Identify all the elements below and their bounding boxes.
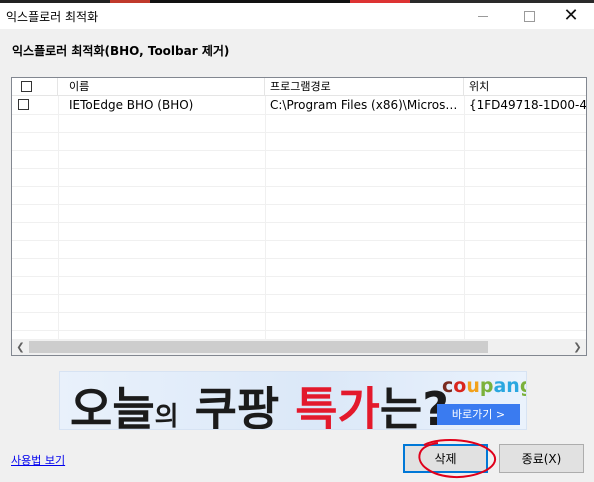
- empty-row: [12, 132, 586, 151]
- section-heading: 익스플로러 최적화(BHO, Toolbar 제거): [12, 44, 230, 58]
- close-button[interactable]: ✕: [548, 3, 594, 29]
- maximize-button[interactable]: [506, 3, 552, 29]
- empty-row: [12, 150, 586, 169]
- empty-row: [12, 294, 586, 313]
- empty-row: [12, 204, 586, 223]
- list-header: 이름 프로그램경로 위치: [12, 78, 586, 96]
- select-all-checkbox[interactable]: [21, 81, 32, 92]
- ad-go-button[interactable]: 바로가기 >: [437, 404, 520, 425]
- ad-headline-part: 쿠팡: [194, 382, 280, 430]
- scrollbar-thumb[interactable]: [29, 341, 488, 353]
- close-icon: ✕: [563, 5, 579, 26]
- horizontal-scrollbar[interactable]: ❮ ❯: [12, 339, 586, 355]
- row-checkbox[interactable]: [18, 99, 29, 110]
- title-bar: 익스플로러 최적화 ✕: [0, 3, 594, 29]
- table-row[interactable]: IEToEdge BHO (BHO) C:\Program Files (x86…: [12, 96, 586, 115]
- empty-row: [12, 240, 586, 259]
- help-link[interactable]: 사용법 보기: [11, 452, 65, 468]
- chevron-right-icon: ❯: [573, 341, 582, 353]
- exit-button[interactable]: 종료(X): [499, 444, 584, 473]
- empty-row: [12, 312, 586, 331]
- ad-headline-accent: 특가: [295, 382, 380, 430]
- scroll-left-button[interactable]: ❮: [12, 339, 29, 355]
- window-title: 익스플로러 최적화: [6, 10, 99, 24]
- column-header-location[interactable]: 위치: [464, 78, 586, 95]
- row-name: IEToEdge BHO (BHO): [69, 98, 194, 112]
- ad-headline: 오늘의 쿠팡 특가는?: [70, 373, 449, 430]
- chevron-left-icon: ❮: [16, 341, 25, 353]
- header-checkbox-cell: [12, 78, 58, 95]
- row-location: {1FD49718-1D00-4B1: [469, 98, 586, 112]
- list-body: IEToEdge BHO (BHO) C:\Program Files (x86…: [12, 96, 586, 339]
- row-path: C:\Program Files (x86)\Micros…: [270, 98, 458, 112]
- maximize-icon: [523, 10, 535, 22]
- column-header-path[interactable]: 프로그램경로: [265, 78, 464, 95]
- empty-row: [12, 186, 586, 205]
- empty-row: [12, 168, 586, 187]
- empty-row: [12, 222, 586, 241]
- empty-row: [12, 258, 586, 277]
- coupang-logo: coupang: [442, 375, 526, 397]
- empty-row: [12, 114, 586, 133]
- coupang-ad-banner[interactable]: 오늘의 쿠팡 특가는? coupang 바로가기 >: [59, 371, 527, 430]
- ad-headline-part: 오늘: [70, 382, 155, 430]
- scroll-right-button[interactable]: ❯: [569, 339, 586, 355]
- delete-button[interactable]: 삭제: [403, 444, 488, 473]
- minimize-button[interactable]: [460, 3, 506, 29]
- bho-list[interactable]: 이름 프로그램경로 위치 IEToEdge BHO (BHO) C:\Progr…: [11, 77, 587, 356]
- empty-row: [12, 276, 586, 295]
- ad-headline-part: 의: [154, 402, 179, 430]
- minimize-icon: [478, 15, 488, 17]
- column-header-name[interactable]: 이름: [58, 78, 265, 95]
